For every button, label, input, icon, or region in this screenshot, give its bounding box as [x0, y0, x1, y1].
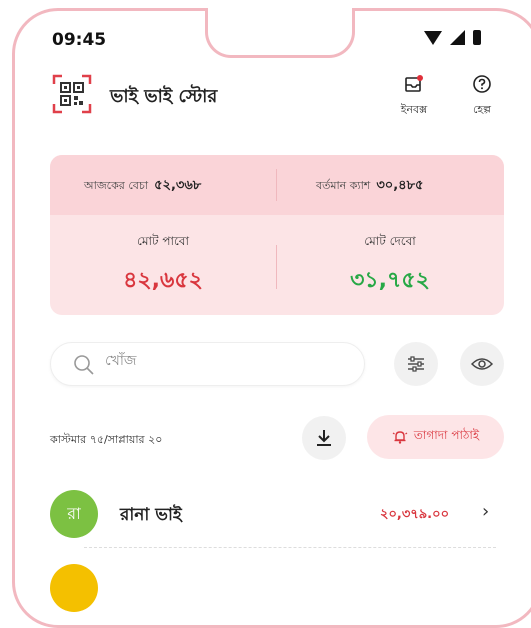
summary-card: আজকের বেচা ৫২,৩৬৮ বর্তমান ক্যাশ ৩০,৪৮৫ মোট… — [50, 155, 504, 315]
help-icon — [473, 75, 491, 93]
search-input[interactable] — [103, 352, 347, 370]
current-cash-value: ৩০,৪৮৫ — [376, 178, 424, 193]
signal-icon — [450, 30, 465, 45]
row-divider — [84, 547, 496, 548]
today-sales-label: আজকের বেচা — [84, 179, 149, 192]
status-icons — [424, 30, 481, 45]
total-receivable[interactable]: মোট পাবো ৪২,৬৫২ — [50, 233, 276, 300]
status-time: 09:45 — [52, 30, 107, 50]
wifi-icon — [424, 30, 442, 45]
today-sales: আজকের বেচা ৫২,৩৬৮ — [84, 176, 201, 197]
help-label: হেল্প — [472, 103, 492, 116]
total-payable[interactable]: মোট দেবো ৩১,৭৫২ — [277, 233, 503, 300]
search-icon — [74, 355, 94, 375]
qr-scan-icon[interactable] — [50, 72, 94, 116]
filter-button[interactable] — [394, 342, 438, 386]
total-payable-label: মোট দেবো — [364, 234, 416, 248]
avatar: রা — [50, 490, 98, 538]
notch — [205, 8, 355, 58]
divider — [276, 169, 277, 201]
send-reminder-button[interactable]: তাগাদা পাঠাই — [367, 415, 504, 459]
summary-top: আজকের বেচা ৫২,৩৬৮ বর্তমান ক্যাশ ৩০,৪৮৫ — [50, 155, 504, 215]
avatar[interactable] — [50, 564, 98, 612]
customer-name: রানা ভাই — [120, 505, 182, 525]
help-button[interactable]: হেল্প — [458, 74, 506, 120]
inbox-icon — [405, 75, 423, 92]
send-reminder-label: তাগাদা পাঠাই — [413, 428, 480, 442]
total-receivable-value: ৪২,৬৫২ — [123, 268, 203, 293]
today-sales-value: ৫২,৩৬৮ — [154, 178, 202, 193]
visibility-toggle[interactable] — [460, 342, 504, 386]
chevron-right-icon: › — [482, 501, 490, 522]
download-button[interactable] — [302, 416, 346, 460]
inbox-button[interactable]: ইনবক্স — [390, 74, 438, 120]
inbox-label: ইনবক্স — [400, 103, 428, 116]
current-cash: বর্তমান ক্যাশ ৩০,৪৮৫ — [316, 176, 423, 197]
download-icon — [317, 430, 331, 446]
filter-icon — [408, 356, 424, 372]
customer-amount: ২০,৩৭৯.০০ — [380, 507, 450, 522]
current-cash-label: বর্তমান ক্যাশ — [316, 179, 371, 192]
app-header: ভাই ভাই স্টোর ইনবক্স হেল্প — [50, 72, 500, 116]
customer-supplier-count: কাস্টমার ৭৫/সাপ্লায়ার ২০ — [50, 433, 163, 446]
battery-icon — [473, 30, 481, 45]
eye-icon — [471, 358, 493, 370]
bell-icon — [392, 431, 408, 444]
total-payable-value: ৩১,৭৫২ — [350, 268, 430, 293]
store-name: ভাই ভাই স্টোর — [110, 86, 218, 107]
search-bar[interactable] — [50, 342, 365, 386]
total-receivable-label: মোট পাবো — [137, 234, 189, 248]
customer-row[interactable]: রা রানা ভাই ২০,৩৭৯.০০ › — [50, 487, 504, 543]
summary-bottom: মোট পাবো ৪২,৬৫২ মোট দেবো ৩১,৭৫২ — [50, 215, 504, 315]
